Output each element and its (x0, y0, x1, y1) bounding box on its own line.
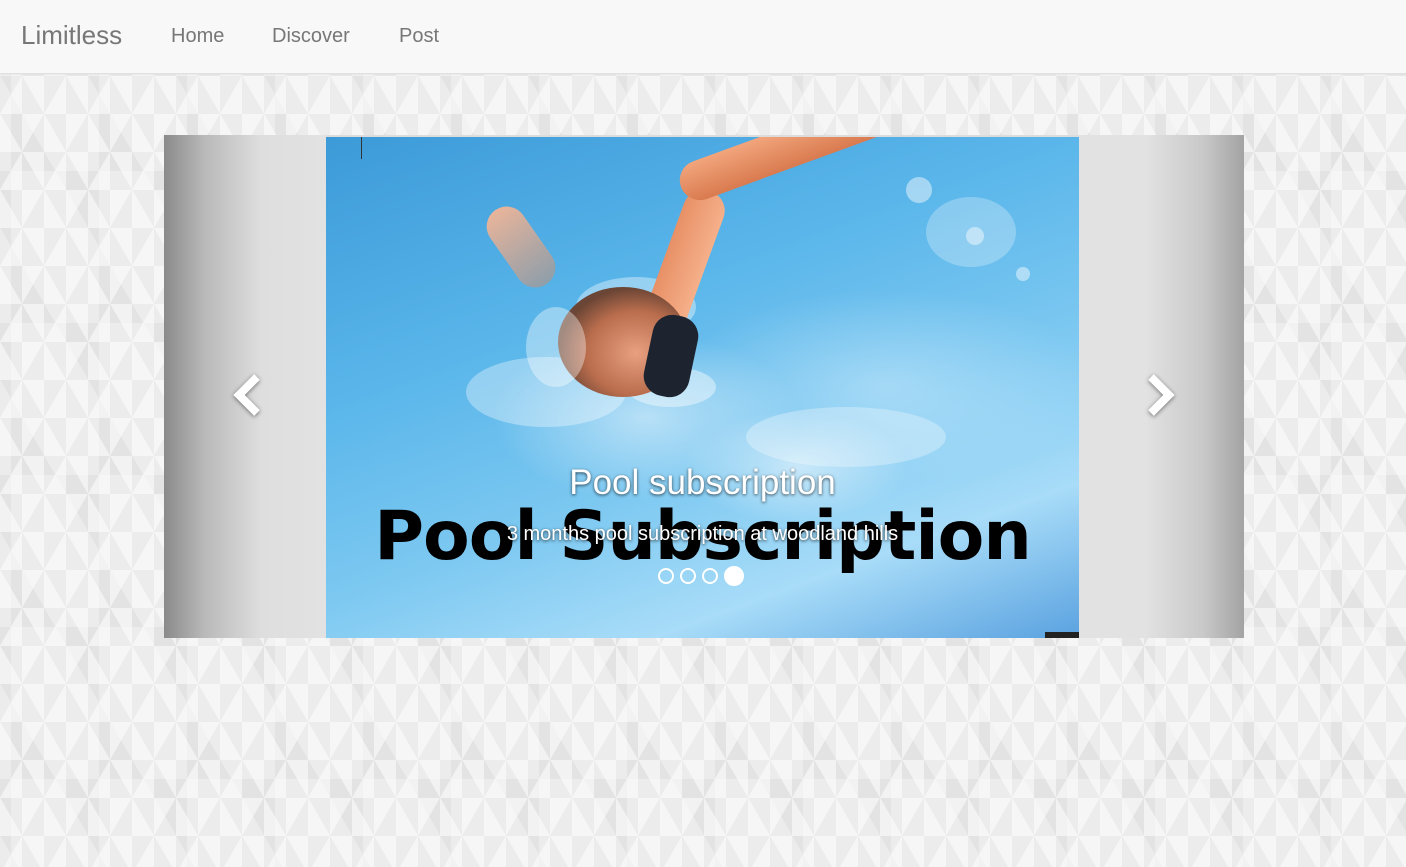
chevron-left-icon (233, 374, 260, 416)
chevron-right-icon (1148, 374, 1175, 416)
carousel-slide-image: Pool Subscription Pool subscription 3 mo… (326, 137, 1079, 638)
nav-link-post[interactable]: Post (399, 25, 439, 48)
carousel-next-button[interactable] (1140, 373, 1180, 417)
carousel-indicator-4[interactable] (724, 566, 744, 586)
carousel: Pool Subscription Pool subscription 3 mo… (164, 135, 1244, 638)
carousel-indicator-2[interactable] (680, 568, 696, 584)
nav-link-discover[interactable]: Discover (272, 25, 350, 48)
text-cursor (361, 137, 362, 159)
slide-caption-text: 3 months pool subscription at woodland h… (506, 523, 899, 545)
carousel-indicator-1[interactable] (658, 568, 674, 584)
carousel-prev-button[interactable] (228, 373, 268, 417)
nav-link-home[interactable]: Home (171, 25, 224, 48)
carousel-indicators (658, 566, 744, 586)
image-credit (1045, 632, 1079, 638)
slide-caption-title: Pool subscription (569, 463, 836, 502)
carousel-indicator-3[interactable] (702, 568, 718, 584)
brand-link[interactable]: Limitless (21, 20, 122, 51)
navbar: Limitless Home Discover Post (0, 0, 1406, 74)
